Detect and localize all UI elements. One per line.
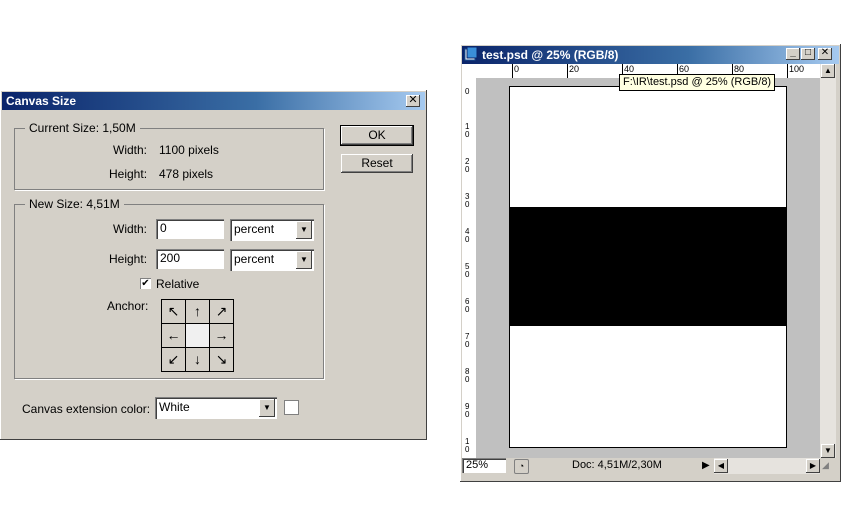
reset-button[interactable]: Reset bbox=[341, 154, 413, 173]
zoom-field[interactable]: 25% bbox=[462, 458, 506, 473]
status-bar: 25% ◔ Doc: 4,51M/2,30M ▶ ◀ ▶ ◢ bbox=[462, 458, 836, 474]
chevron-down-icon[interactable]: ▼ bbox=[259, 399, 275, 417]
anchor-top-left[interactable]: ↖ bbox=[162, 300, 185, 323]
document-path-tooltip: F:\IR\test.psd @ 25% (RGB/8) bbox=[619, 74, 776, 91]
relative-checkbox[interactable]: ✔ bbox=[140, 278, 151, 289]
anchor-bottom[interactable]: ↓ bbox=[186, 348, 209, 371]
new-height-label: Height: bbox=[109, 252, 148, 266]
anchor-bottom-left[interactable]: ↙ bbox=[162, 348, 185, 371]
ruler-label: 10 bbox=[465, 122, 470, 139]
close-icon[interactable]: ✕ bbox=[406, 95, 420, 107]
ruler-label: 30 bbox=[465, 192, 470, 209]
scroll-up-icon[interactable]: ▲ bbox=[821, 64, 835, 78]
resize-grip-icon[interactable]: ◢ bbox=[822, 460, 834, 472]
maximize-icon[interactable]: □ bbox=[801, 48, 815, 60]
left-ruler: 0 10 20 30 40 50 60 70 80 90 10 bbox=[462, 78, 476, 458]
document-titlebar: test.psd @ 25% (RGB/8) bbox=[462, 46, 839, 64]
close-icon[interactable]: ✕ bbox=[818, 48, 832, 60]
ruler-label: 0 bbox=[465, 87, 470, 96]
new-width-input[interactable]: 0 bbox=[156, 219, 224, 239]
ruler-label: 20 bbox=[465, 157, 470, 174]
canvas-size-dialog: Canvas Size ✕ Current Size: 1,50M Width:… bbox=[0, 90, 427, 440]
current-height-value: 478 pixels bbox=[159, 167, 214, 181]
pasteboard bbox=[476, 78, 820, 458]
chevron-down-icon[interactable]: ▼ bbox=[296, 221, 312, 239]
document-title: test.psd @ 25% (RGB/8) bbox=[482, 48, 619, 62]
width-unit-value: percent bbox=[234, 222, 275, 236]
ruler-label: 100 bbox=[789, 64, 805, 74]
extension-color-select[interactable]: White ▼ bbox=[155, 397, 277, 419]
scroll-left-icon[interactable]: ◀ bbox=[714, 459, 728, 473]
anchor-center[interactable] bbox=[186, 324, 209, 347]
photoshop-document-icon bbox=[464, 46, 478, 61]
extension-color-value: White bbox=[159, 400, 190, 414]
ruler-label: 70 bbox=[465, 332, 470, 349]
current-width-label: Width: bbox=[113, 143, 148, 157]
height-unit-value: percent bbox=[234, 252, 275, 266]
dialog-titlebar: Canvas Size bbox=[2, 92, 425, 110]
new-size-group: New Size: 4,51M Width: 0 percent ▼ Heigh… bbox=[14, 197, 324, 379]
ruler-label: 40 bbox=[624, 64, 635, 74]
anchor-label: Anchor: bbox=[107, 299, 149, 313]
status-menu-icon[interactable]: ◔ bbox=[514, 459, 529, 474]
width-unit-select[interactable]: percent ▼ bbox=[230, 219, 314, 241]
document-canvas[interactable] bbox=[509, 86, 787, 448]
scroll-down-icon[interactable]: ▼ bbox=[821, 444, 835, 458]
ruler-label: 0 bbox=[514, 64, 520, 74]
ruler-label: 20 bbox=[569, 64, 580, 74]
extension-color-swatch[interactable] bbox=[284, 400, 299, 415]
current-width-value: 1100 pixels bbox=[159, 143, 219, 157]
horizontal-scrollbar[interactable]: ◀ ▶ bbox=[714, 458, 820, 474]
doc-size-info: Doc: 4,51M/2,30M bbox=[572, 459, 662, 471]
ruler-label: 60 bbox=[679, 64, 690, 74]
current-size-legend: Current Size: 1,50M bbox=[25, 121, 140, 135]
relative-label: Relative bbox=[156, 277, 200, 291]
ruler-label: 60 bbox=[465, 297, 470, 314]
document-window: test.psd @ 25% (RGB/8) _ □ ✕ 0 20 40 60 … bbox=[460, 44, 841, 482]
ruler-label: 40 bbox=[465, 227, 470, 244]
anchor-bottom-right[interactable]: ↘ bbox=[210, 348, 233, 371]
anchor-top[interactable]: ↑ bbox=[186, 300, 209, 323]
ok-button[interactable]: OK bbox=[340, 125, 414, 146]
ruler-label: 80 bbox=[465, 367, 470, 384]
ruler-label: 10 bbox=[465, 437, 470, 454]
extension-color-label: Canvas extension color: bbox=[22, 402, 151, 416]
dialog-title: Canvas Size bbox=[6, 94, 77, 108]
new-height-input[interactable]: 200 bbox=[156, 249, 224, 269]
chevron-down-icon[interactable]: ▼ bbox=[296, 251, 312, 269]
anchor-top-right[interactable]: ↗ bbox=[210, 300, 233, 323]
anchor-grid: ↖ ↑ ↗ ← → ↙ ↓ ↘ bbox=[161, 299, 234, 372]
new-size-legend: New Size: 4,51M bbox=[25, 197, 124, 211]
new-width-label: Width: bbox=[113, 222, 148, 236]
minimize-icon[interactable]: _ bbox=[786, 48, 800, 60]
ruler-label: 50 bbox=[465, 262, 470, 279]
scroll-right-icon[interactable]: ▶ bbox=[806, 459, 820, 473]
current-height-label: Height: bbox=[109, 167, 148, 181]
height-unit-select[interactable]: percent ▼ bbox=[230, 249, 314, 271]
current-size-group: Current Size: 1,50M Width: 1100 pixels H… bbox=[14, 121, 324, 190]
ruler-label: 90 bbox=[465, 402, 470, 419]
vertical-scrollbar[interactable]: ▲ ▼ bbox=[820, 64, 836, 458]
anchor-left[interactable]: ← bbox=[162, 324, 185, 347]
status-arrow-icon[interactable]: ▶ bbox=[702, 460, 710, 471]
anchor-right[interactable]: → bbox=[210, 324, 233, 347]
black-band bbox=[510, 207, 786, 326]
ruler-label: 80 bbox=[734, 64, 745, 74]
